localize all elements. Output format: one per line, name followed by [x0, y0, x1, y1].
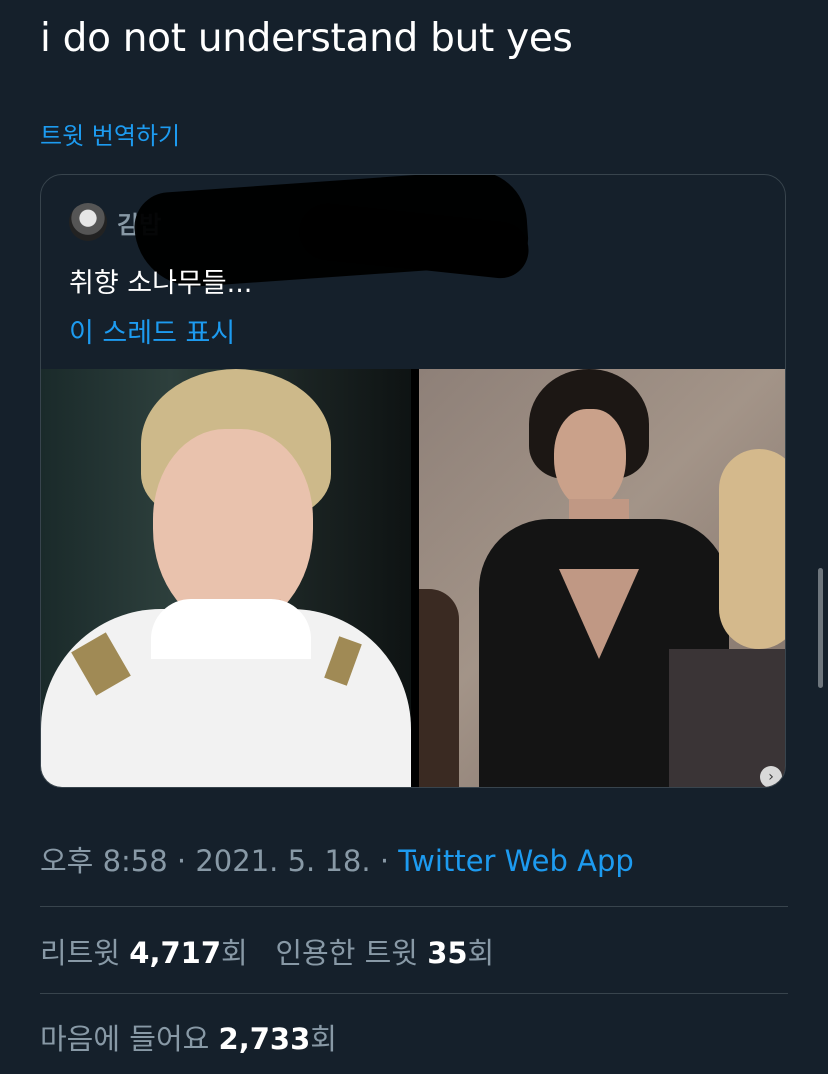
quotes-stat[interactable]: 인용한 트윗 35회: [275, 936, 494, 970]
tweet-date[interactable]: 2021. 5. 18.: [195, 844, 370, 878]
avatar[interactable]: [69, 203, 107, 241]
retweets-count: 4,717: [129, 936, 221, 970]
separator: ·: [176, 844, 187, 878]
divider: [40, 906, 788, 907]
likes-unit: 회: [310, 1022, 337, 1056]
separator: ·: [379, 844, 390, 878]
translate-tweet-link[interactable]: 트윗 번역하기: [40, 116, 180, 151]
show-thread-link[interactable]: 이 스레드 표시: [69, 311, 235, 350]
chevron-right-icon[interactable]: ›: [760, 766, 782, 787]
retweet-quote-stats: 리트윗 4,717회 인용한 트윗 35회: [40, 930, 494, 972]
tweet-text: i do not understand but yes: [40, 16, 573, 61]
media-carousel[interactable]: ›: [41, 369, 785, 787]
likes-stat[interactable]: 마음에 들어요 2,733회: [40, 1016, 337, 1058]
quotes-label: 인용한 트윗: [275, 936, 418, 970]
photo-left[interactable]: [41, 369, 411, 787]
retweets-label: 리트윗: [40, 936, 121, 970]
quoted-tweet-text: 취향 소나무들...: [69, 268, 253, 299]
quotes-count: 35: [427, 936, 468, 970]
likes-label: 마음에 들어요: [40, 1022, 210, 1056]
likes-count: 2,733: [218, 1022, 311, 1056]
tweet-metadata: 오후 8:58 · 2021. 5. 18. · Twitter Web App: [40, 838, 634, 880]
tweet-time[interactable]: 오후 8:58: [40, 844, 168, 878]
tweet-source-link[interactable]: Twitter Web App: [398, 844, 634, 878]
quotes-unit: 회: [467, 936, 495, 970]
retweets-unit: 회: [221, 936, 248, 970]
photo-right[interactable]: [419, 369, 785, 787]
scrollbar[interactable]: [818, 568, 823, 688]
divider: [40, 993, 788, 994]
retweets-stat[interactable]: 리트윗 4,717회: [40, 936, 248, 970]
quoted-tweet-card[interactable]: 김밥 취향 소나무들... 이 스레드 표시: [40, 174, 786, 788]
